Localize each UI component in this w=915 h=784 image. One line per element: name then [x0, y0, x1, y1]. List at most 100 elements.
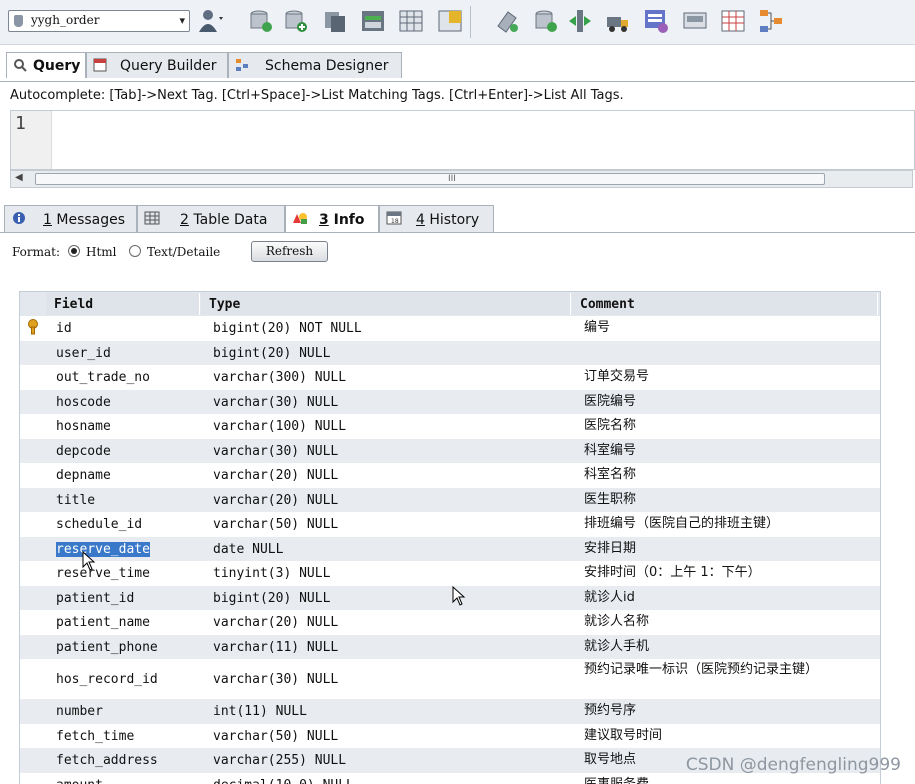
field-cell[interactable]: amount	[56, 778, 103, 784]
field-cell[interactable]: patient_phone	[56, 640, 158, 655]
comment-cell: 排班编号（医院自己的排班主键）	[584, 515, 864, 533]
refresh-button[interactable]: Refresh	[251, 241, 328, 262]
table-row[interactable]: depnamevarchar(20) NULL科室名称	[20, 463, 880, 488]
comment-cell: 编号	[584, 319, 864, 337]
line-number: 1	[15, 113, 26, 134]
toolbar-separator	[470, 6, 471, 38]
scroll-left-icon[interactable]: ◀	[15, 172, 23, 183]
field-cell[interactable]: reserve_date	[56, 542, 150, 557]
type-cell: varchar(50) NULL	[213, 729, 338, 744]
schema-icon[interactable]	[643, 8, 669, 34]
tab-table-data-number: 2	[180, 212, 189, 228]
eraser-icon[interactable]	[494, 8, 520, 34]
database-icon	[14, 15, 23, 27]
table-row[interactable]: hosnamevarchar(100) NULL医院名称	[20, 414, 880, 439]
table-row[interactable]: hos_record_idvarchar(30) NULL预约记录唯一标识（医院…	[20, 659, 880, 699]
scrollbar-thumb[interactable]: III	[35, 173, 825, 185]
database-select[interactable]: yygh_order ▾	[8, 10, 190, 32]
field-cell[interactable]: hosname	[56, 419, 111, 434]
tab-query[interactable]: Query	[6, 52, 86, 78]
comment-cell: 建议取号时间	[584, 727, 864, 745]
db-refresh-icon[interactable]	[248, 8, 274, 34]
table-row[interactable]: patient_name varchar(20) NULL 就诊人名称	[20, 610, 880, 635]
mouse-cursor-icon	[452, 586, 466, 606]
format-html-radio[interactable]	[68, 245, 80, 257]
editor-horizontal-scrollbar[interactable]: ◀ III	[10, 170, 913, 188]
main-toolbar: yygh_order ▾	[0, 0, 915, 45]
info-icon	[11, 211, 27, 225]
query-editor[interactable]: 1	[10, 110, 915, 170]
field-cell[interactable]: id	[56, 321, 72, 336]
type-cell: decimal(10,0) NULL	[213, 778, 354, 784]
tab-info[interactable]: 3 Info	[285, 205, 379, 232]
field-cell[interactable]: reserve_time	[56, 566, 150, 581]
result-tab-bar: 1 Messages 2 Table Data 3 Info 18 4 Hist…	[0, 205, 915, 233]
tab-query-label: Query	[33, 58, 80, 74]
tab-history[interactable]: 18 4 History	[379, 205, 494, 232]
format-text-radio[interactable]	[129, 245, 141, 257]
tab-history-number: 4	[416, 212, 425, 228]
comment-cell: 就诊人名称	[584, 613, 864, 631]
field-cell[interactable]: hoscode	[56, 395, 111, 410]
field-cell[interactable]: user_id	[56, 346, 111, 361]
db-copy-icon[interactable]	[322, 8, 348, 34]
table-row[interactable]: hoscodevarchar(30) NULL医院编号	[20, 390, 880, 415]
watermark: CSDN @dengfengling999	[686, 755, 901, 775]
tab-messages[interactable]: 1 Messages	[4, 205, 137, 232]
table-row[interactable]: depcodevarchar(30) NULL科室编号	[20, 439, 880, 464]
field-cell[interactable]: depcode	[56, 444, 111, 459]
table-row[interactable]: titlevarchar(20) NULL医生职称	[20, 488, 880, 513]
calendar-icon: 18	[386, 211, 402, 225]
tab-schema-designer[interactable]: Schema Designer	[228, 52, 402, 78]
tab-messages-number: 1	[43, 212, 52, 228]
table-row[interactable]: user_idbigint(20) NULL	[20, 341, 880, 366]
table-row[interactable]: fetch_time varchar(50) NULL 建议取号时间	[20, 724, 880, 749]
diagram-icon[interactable]	[758, 8, 784, 34]
field-cell[interactable]: schedule_id	[56, 517, 142, 532]
field-cell[interactable]: hos_record_id	[56, 672, 158, 687]
table-green-icon[interactable]	[360, 8, 386, 34]
field-cell[interactable]: fetch_time	[56, 729, 134, 744]
type-cell: varchar(20) NULL	[213, 615, 338, 630]
table-row[interactable]: patient_idbigint(20) NULL就诊人id	[20, 586, 880, 611]
field-cell[interactable]: patient_name	[56, 615, 150, 630]
table-red-icon[interactable]	[720, 8, 746, 34]
tab-info-label: Info	[334, 212, 365, 228]
db-add-icon[interactable]	[283, 8, 309, 34]
scrollbar-grip: III	[448, 174, 456, 184]
autocomplete-hint: Autocomplete: [Tab]->Next Tag. [Ctrl+Spa…	[10, 88, 624, 103]
chevron-down-icon: ▾	[179, 14, 185, 27]
table-row[interactable]: patient_phonevarchar(11) NULL就诊人手机	[20, 635, 880, 660]
monitor-icon[interactable]	[682, 8, 708, 34]
type-cell: varchar(11) NULL	[213, 640, 338, 655]
user-icon[interactable]	[198, 8, 224, 34]
tab-table-data-label: Table Data	[193, 212, 267, 228]
table-row[interactable]: schedule_id varchar(50) NULL 排班编号（医院自己的排班主…	[20, 512, 880, 537]
type-cell: int(11) NULL	[213, 704, 307, 719]
field-cell[interactable]: depname	[56, 468, 111, 483]
type-cell: bigint(20) NOT NULL	[213, 321, 362, 336]
table-yellow-icon[interactable]	[437, 8, 463, 34]
table-row[interactable]: out_trade_novarchar(300) NULL订单交易号	[20, 365, 880, 390]
db-green-icon[interactable]	[533, 8, 559, 34]
comment-cell: 订单交易号	[584, 368, 864, 386]
join-icon[interactable]	[567, 8, 593, 34]
table-row[interactable]: reserve_timetinyint(3) NULL安排时间（0：上午 1：下…	[20, 561, 880, 586]
field-cell[interactable]: out_trade_no	[56, 370, 150, 385]
tab-history-label: History	[429, 212, 479, 228]
tab-query-builder[interactable]: Query Builder	[86, 52, 228, 78]
field-cell[interactable]: title	[56, 493, 95, 508]
comment-cell: 科室名称	[584, 466, 864, 484]
truck-icon[interactable]	[605, 8, 631, 34]
type-cell: bigint(20) NULL	[213, 591, 330, 606]
type-cell: varchar(30) NULL	[213, 395, 338, 410]
field-cell[interactable]: number	[56, 704, 103, 719]
table-row[interactable]: numberint(11) NULL预约号序	[20, 699, 880, 724]
table-row[interactable]: reserve_datedate NULL安排日期	[20, 537, 880, 562]
table-row[interactable]: id bigint(20) NOT NULL 编号	[20, 316, 880, 341]
type-cell: varchar(50) NULL	[213, 517, 338, 532]
field-cell[interactable]: fetch_address	[56, 753, 158, 768]
table-grid-icon[interactable]	[398, 8, 424, 34]
field-cell[interactable]: patient_id	[56, 591, 134, 606]
tab-table-data[interactable]: 2 Table Data	[137, 205, 285, 232]
